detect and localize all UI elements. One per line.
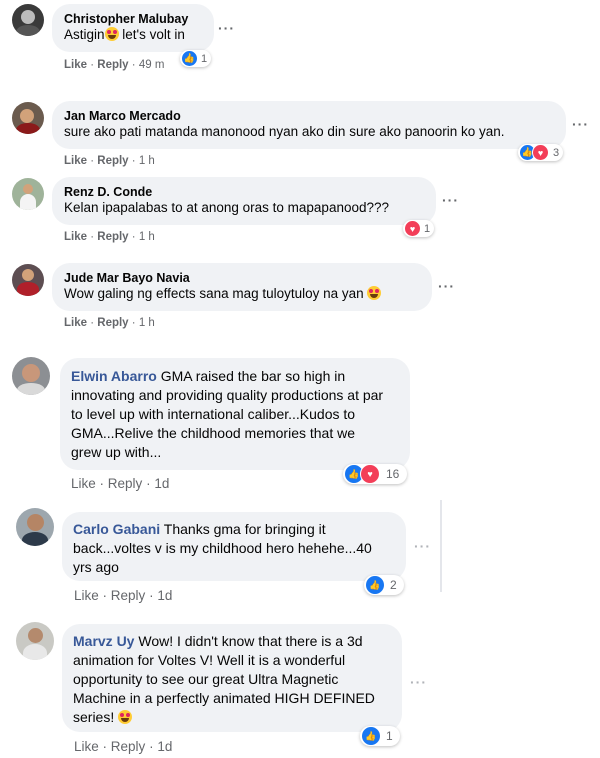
commenter-name[interactable]: Renz D. Conde bbox=[64, 185, 424, 199]
reply-button[interactable]: Reply bbox=[97, 231, 128, 243]
more-options-icon[interactable]: ··· bbox=[438, 278, 455, 294]
reply-button[interactable]: Reply bbox=[111, 588, 146, 603]
reaction-count: 2 bbox=[390, 578, 397, 592]
reaction-summary[interactable]: 👍 1 bbox=[180, 50, 212, 67]
like-icon: 👍 bbox=[365, 575, 385, 595]
timestamp[interactable]: 1 h bbox=[139, 231, 155, 243]
comment-text: sure ako pati matanda manonood nyan ako … bbox=[64, 124, 505, 139]
like-button[interactable]: Like bbox=[64, 59, 87, 71]
commenter-name[interactable]: Marvz Uy bbox=[73, 633, 134, 649]
comment-actions: Like · Reply · 1 h bbox=[64, 155, 155, 167]
reaction-count: 3 bbox=[553, 146, 560, 159]
reply-button[interactable]: Reply bbox=[111, 739, 146, 754]
like-button[interactable]: Like bbox=[74, 739, 99, 754]
heart-eyes-emoji-icon bbox=[104, 27, 119, 41]
heart-eyes-emoji-icon bbox=[367, 286, 382, 300]
like-button[interactable]: Like bbox=[64, 317, 87, 329]
more-options-icon[interactable]: ··· bbox=[414, 538, 431, 554]
commenter-name[interactable]: Carlo Gabani bbox=[73, 521, 160, 537]
reaction-summary[interactable]: 👍 2 bbox=[364, 575, 404, 595]
comment-bubble: Marvz Uy Wow! I didn't know that there i… bbox=[62, 624, 402, 732]
reaction-summary[interactable]: 👍 1 bbox=[360, 726, 400, 746]
like-button[interactable]: Like bbox=[64, 231, 87, 243]
comment-text: Carlo Gabani Thanks gma for bringing it … bbox=[73, 521, 372, 575]
comment-actions: Like · Reply · 1 h bbox=[64, 317, 155, 329]
comment-actions: Like · Reply · 1d bbox=[74, 588, 173, 603]
comment-bubble: Carlo Gabani Thanks gma for bringing it … bbox=[62, 512, 406, 581]
timestamp[interactable]: 1d bbox=[157, 588, 172, 603]
comment-bubble: Elwin Abarro GMA raised the bar so high … bbox=[60, 358, 410, 470]
commenter-name[interactable]: Christopher Malubay bbox=[64, 12, 202, 26]
like-icon: 👍 bbox=[361, 726, 381, 746]
commenter-name[interactable]: Jan Marco Mercado bbox=[64, 109, 554, 123]
timestamp[interactable]: 1 h bbox=[139, 155, 155, 167]
comment-text: Wow galing ng effects sana mag tuloytulo… bbox=[64, 285, 420, 303]
avatar[interactable] bbox=[12, 178, 44, 210]
reply-button[interactable]: Reply bbox=[97, 155, 128, 167]
comment-bubble: Christopher Malubay Astigin let's volt i… bbox=[52, 4, 214, 52]
avatar[interactable] bbox=[16, 508, 54, 546]
like-icon: 👍 bbox=[181, 50, 198, 67]
avatar[interactable] bbox=[12, 102, 44, 134]
reply-button[interactable]: Reply bbox=[97, 59, 128, 71]
commenter-name[interactable]: Jude Mar Bayo Navia bbox=[64, 271, 420, 285]
timestamp[interactable]: 1 h bbox=[139, 317, 155, 329]
comment-bubble: Renz D. Conde Kelan ipapalabas to at ano… bbox=[52, 177, 436, 225]
comment-text: Elwin Abarro GMA raised the bar so high … bbox=[71, 368, 384, 460]
like-button[interactable]: Like bbox=[71, 476, 96, 491]
avatar[interactable] bbox=[12, 4, 44, 36]
reaction-summary[interactable]: ♥ 1 bbox=[403, 220, 435, 237]
reaction-summary[interactable]: 👍 ♥ 3 bbox=[518, 144, 564, 161]
more-options-icon[interactable]: ··· bbox=[218, 20, 235, 36]
comment-text: Kelan ipapalabas to at anong oras to map… bbox=[64, 200, 390, 215]
reaction-count: 16 bbox=[386, 467, 400, 481]
heart-eyes-emoji-icon bbox=[118, 710, 133, 724]
like-button[interactable]: Like bbox=[74, 588, 99, 603]
comment-bubble: Jan Marco Mercado sure ako pati matanda … bbox=[52, 101, 566, 149]
avatar[interactable] bbox=[12, 264, 44, 296]
comment-actions: Like · Reply · 1d bbox=[74, 739, 173, 754]
timestamp[interactable]: 49 m bbox=[139, 59, 165, 71]
commenter-name[interactable]: Elwin Abarro bbox=[71, 368, 157, 384]
comment-bubble: Jude Mar Bayo Navia Wow galing ng effect… bbox=[52, 263, 432, 311]
comment-actions: Like · Reply · 1d bbox=[71, 476, 170, 491]
reply-button[interactable]: Reply bbox=[97, 317, 128, 329]
comment-text: Marvz Uy Wow! I didn't know that there i… bbox=[73, 633, 375, 725]
timestamp[interactable]: 1d bbox=[157, 739, 172, 754]
reaction-count: 1 bbox=[424, 222, 431, 235]
like-button[interactable]: Like bbox=[64, 155, 87, 167]
reaction-count: 1 bbox=[201, 52, 208, 65]
more-options-icon[interactable]: ··· bbox=[442, 192, 459, 208]
more-options-icon[interactable]: ··· bbox=[410, 674, 427, 690]
love-icon: ♥ bbox=[404, 220, 421, 237]
reply-button[interactable]: Reply bbox=[108, 476, 143, 491]
comment-text: Astigin let's volt in bbox=[64, 27, 185, 42]
thread-line bbox=[440, 500, 442, 592]
comment-actions: Like · Reply · 1 h bbox=[64, 231, 155, 243]
reaction-count: 1 bbox=[386, 729, 393, 743]
avatar[interactable] bbox=[16, 622, 54, 660]
avatar[interactable] bbox=[12, 357, 50, 395]
reaction-summary[interactable]: 👍 ♥ 16 bbox=[343, 464, 408, 484]
comment-actions: Like · Reply · 49 m bbox=[64, 59, 165, 71]
love-icon: ♥ bbox=[360, 464, 380, 484]
love-icon: ♥ bbox=[532, 144, 549, 161]
timestamp[interactable]: 1d bbox=[154, 476, 169, 491]
more-options-icon[interactable]: ··· bbox=[572, 116, 589, 132]
